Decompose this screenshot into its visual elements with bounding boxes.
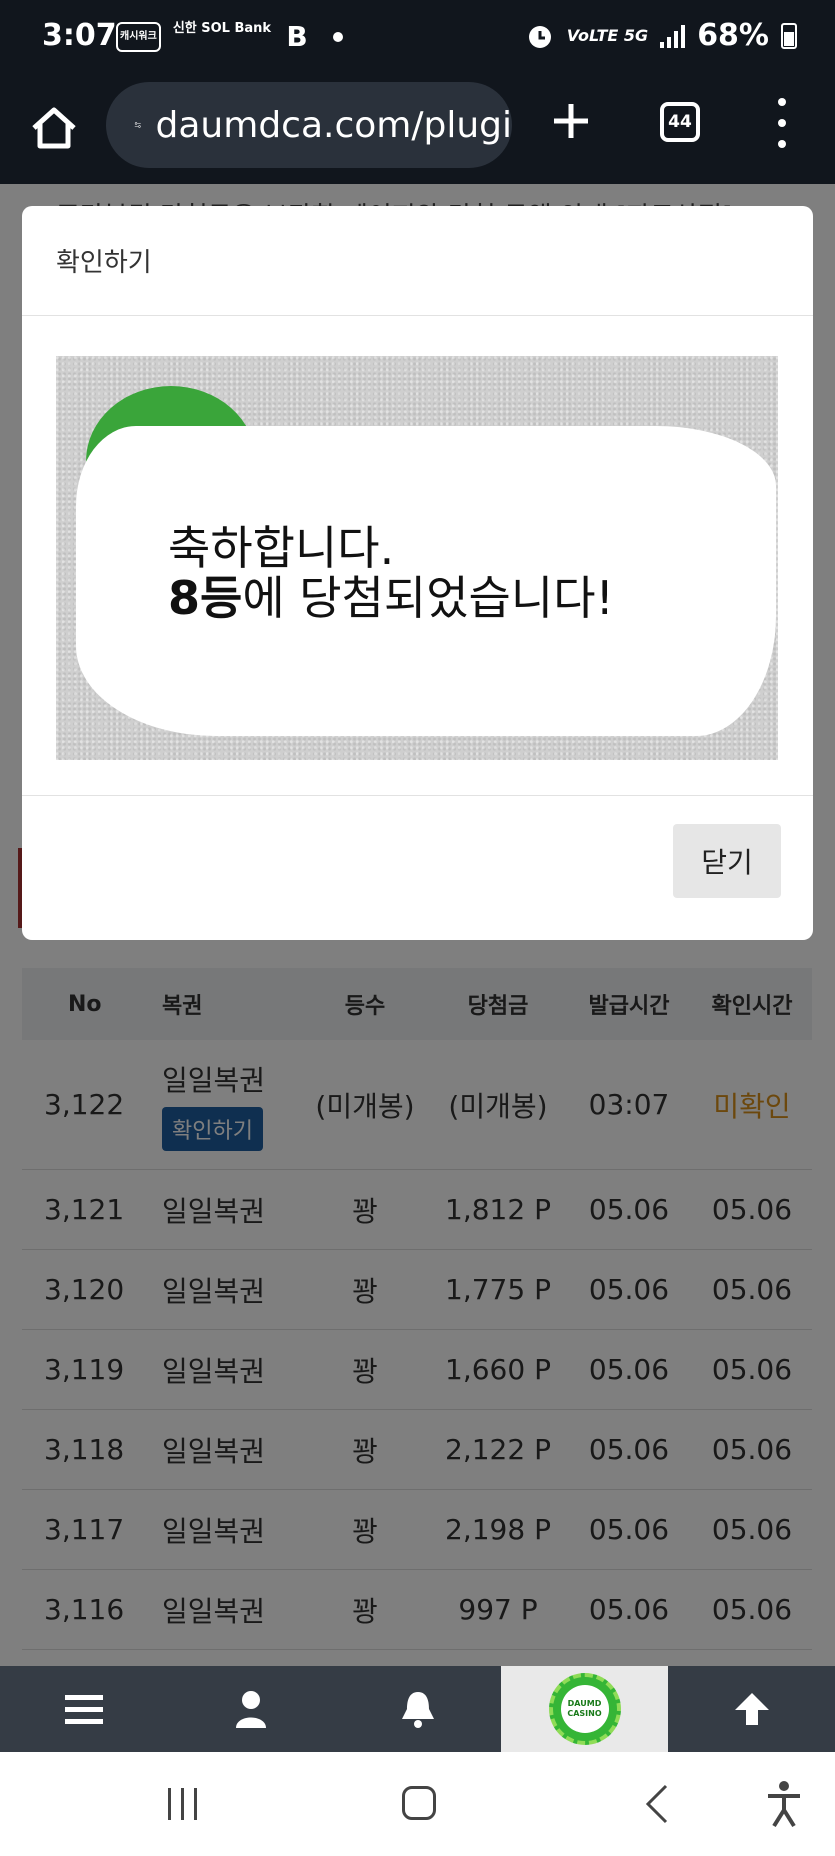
prize-message-rest: 에 당첨되었습니다! [242,571,614,625]
network-label: VoLTE 5G [566,26,649,45]
prize-rank: 8등 [168,571,243,625]
browser-toolbar: daumdca.com/plugi 44 [0,78,835,184]
logo-text: DAUMD CASINO [560,1685,609,1733]
site-settings-icon[interactable] [134,105,142,145]
alarm-icon [528,25,551,48]
nav-scroll-top[interactable] [668,1666,835,1752]
arrow-up-icon [734,1693,769,1725]
cashwalk-app-icon: 캐시워크 [116,22,161,52]
status-time: 3:07 [42,18,117,53]
b-app-icon: B [286,20,308,53]
url-text[interactable]: daumdca.com/plugi [156,105,512,146]
signal-icon [660,24,686,48]
accessibility-icon[interactable] [764,1780,804,1828]
bell-icon [401,1692,434,1728]
nav-menu[interactable] [0,1666,167,1752]
modal-body: 축하합니다. 8등에 당첨되었습니다! [22,316,813,796]
home-icon[interactable] [26,100,82,156]
user-icon [235,1691,266,1728]
recents-icon[interactable] [168,1788,197,1820]
close-button[interactable]: 닫기 [673,824,781,898]
nav-notifications[interactable] [334,1666,501,1752]
status-app-icons: 캐시워크 신한 SOL Bank B [116,20,344,53]
prize-message: 8등에 당첨되었습니다! [168,562,614,628]
scratch-card-image: 축하합니다. 8등에 당첨되었습니다! [56,356,778,760]
nav-casino-logo[interactable]: DAUMD CASINO [501,1666,668,1752]
sol-bank-app-icon: 신한 SOL Bank [172,21,272,36]
menu-icon [64,1695,103,1724]
daumd-casino-logo: DAUMD CASINO [548,1673,621,1745]
address-bar[interactable]: daumdca.com/plugi [106,82,512,168]
confirm-modal: 확인하기 축하합니다. 8등에 당첨되었습니다! 닫기 [22,206,813,940]
back-icon[interactable] [640,1782,676,1826]
new-tab-icon[interactable] [548,98,594,144]
bottom-navigation: DAUMD CASINO [0,1666,835,1752]
notification-dot-icon [333,32,344,42]
battery-percent: 68% [697,18,769,53]
system-navigation [0,1752,835,1856]
status-bar: 3:07 캐시워크 신한 SOL Bank B VoLTE 5G 68% [0,0,835,78]
battery-icon [781,22,797,49]
status-indicators: VoLTE 5G 68% [525,18,797,53]
tab-switcher-button[interactable]: 44 [660,102,700,142]
nav-user[interactable] [167,1666,334,1752]
modal-footer: 닫기 [22,796,813,940]
more-menu-icon[interactable] [774,98,790,148]
modal-title: 확인하기 [22,206,813,316]
system-home-icon[interactable] [402,1786,436,1820]
